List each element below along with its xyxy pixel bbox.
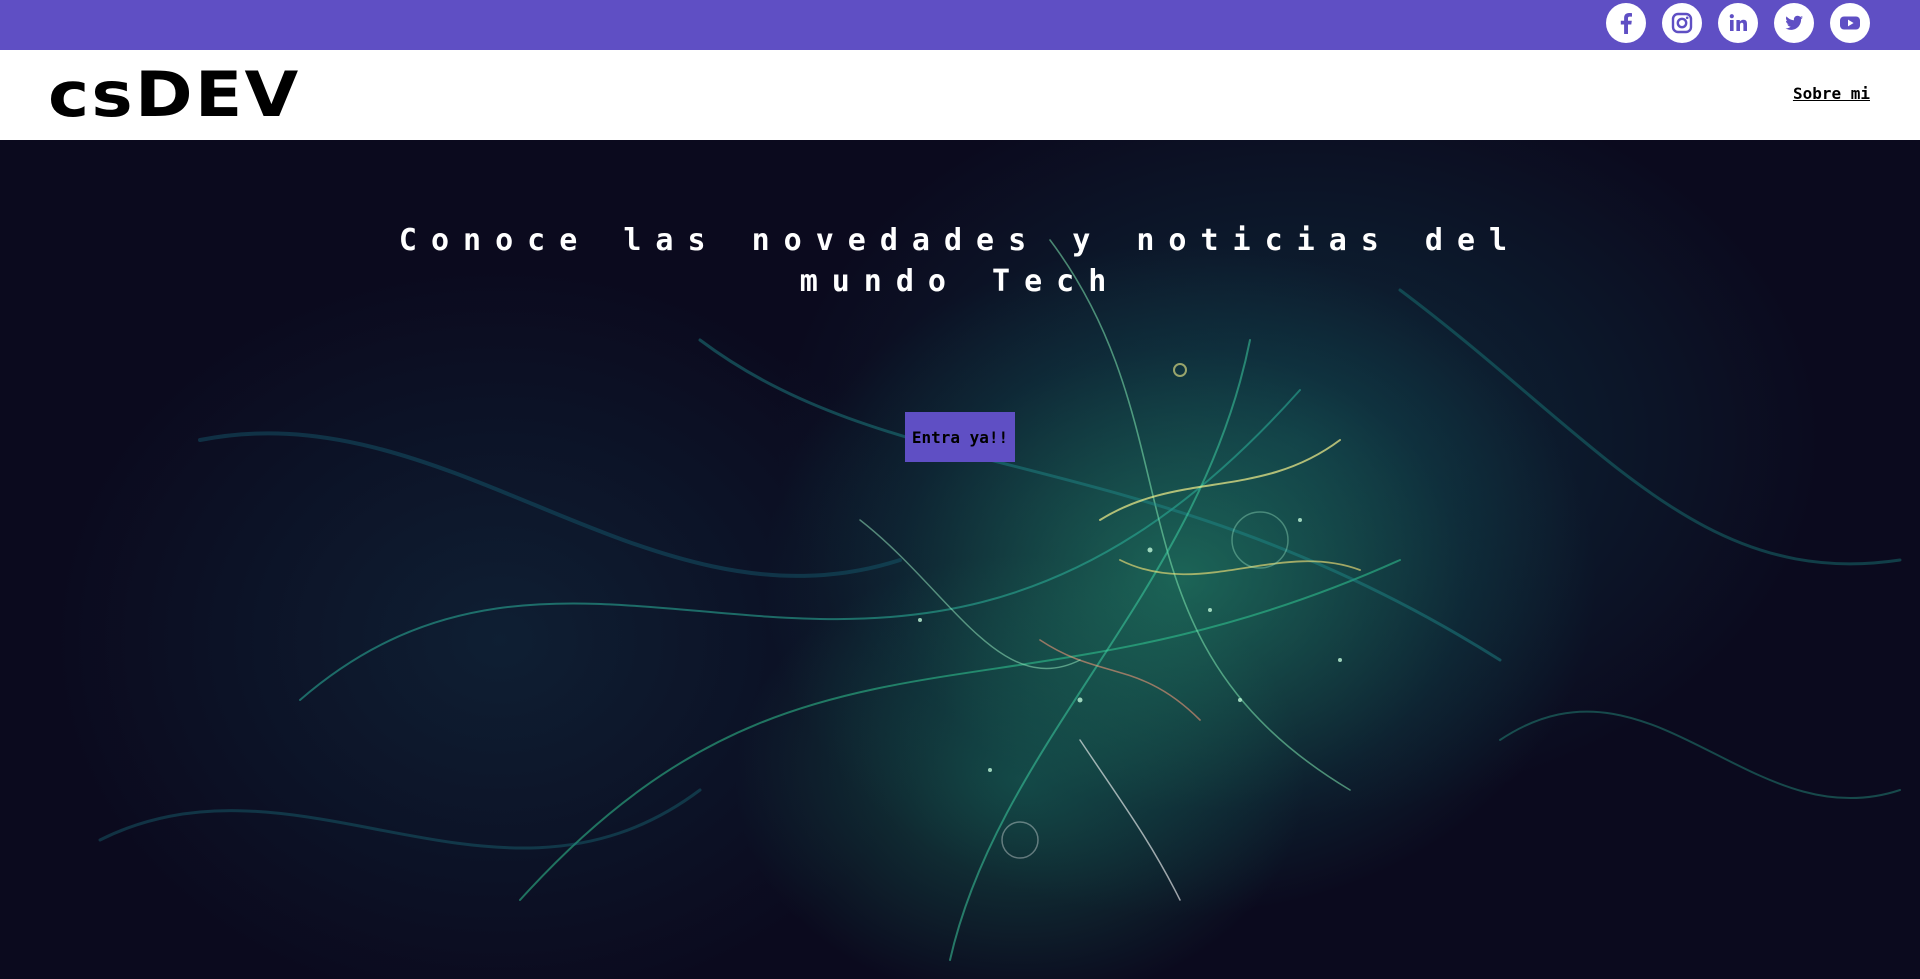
youtube-icon[interactable] (1830, 3, 1870, 43)
nav-header: csDEV Sobre mi (0, 50, 1920, 140)
linkedin-icon[interactable] (1718, 3, 1758, 43)
social-bar (0, 0, 1920, 50)
hero-title: Conoce las novedades y noticias del mund… (398, 223, 1522, 299)
hero-section: Conoce las novedades y noticias del mund… (0, 140, 1920, 979)
instagram-icon[interactable] (1662, 3, 1702, 43)
social-icons (1606, 3, 1870, 43)
twitter-icon[interactable] (1774, 3, 1814, 43)
facebook-icon[interactable] (1606, 3, 1646, 43)
site-logo[interactable]: csDEV (48, 62, 301, 128)
entra-ya-button[interactable]: Entra ya!! (905, 412, 1015, 462)
nav-link-sobre-mi[interactable]: Sobre mi (1793, 84, 1870, 103)
